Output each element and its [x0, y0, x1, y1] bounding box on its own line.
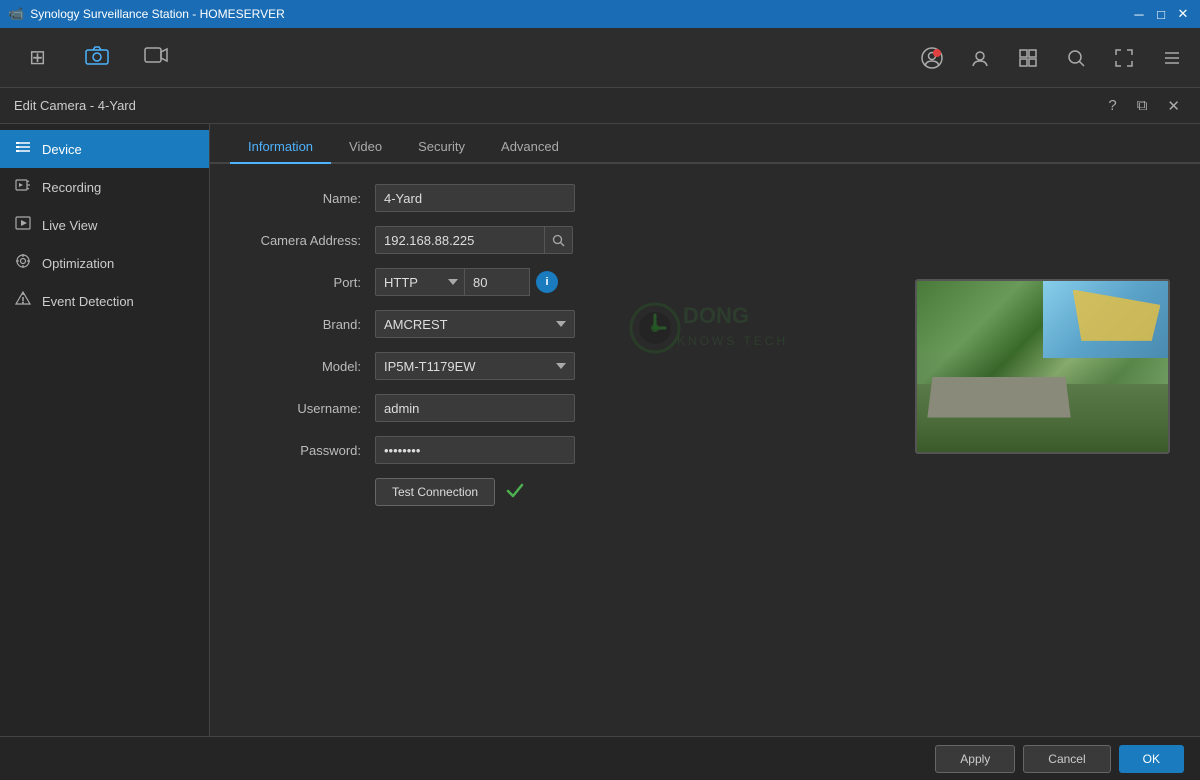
toolbar-recording-button[interactable]: [128, 33, 183, 83]
ok-button[interactable]: OK: [1119, 745, 1184, 773]
content-wrapper: Information Video Security Advanced Name…: [210, 124, 1200, 526]
bottom-bar: Apply Cancel OK: [0, 736, 1200, 780]
minimize-button[interactable]: ─: [1130, 5, 1148, 23]
username-label: Username:: [240, 401, 375, 416]
port-info-button[interactable]: i: [536, 271, 558, 293]
title-bar-controls: ─ □ ✕: [1130, 5, 1192, 23]
grid-button[interactable]: [1010, 40, 1046, 76]
camera-preview: [915, 279, 1170, 454]
cancel-button[interactable]: Cancel: [1023, 745, 1110, 773]
optimization-icon: [14, 253, 32, 273]
sidebar-item-recording[interactable]: Recording: [0, 168, 209, 206]
address-label: Camera Address:: [240, 233, 375, 248]
liveview-icon: [14, 216, 32, 234]
tab-video[interactable]: Video: [331, 131, 400, 164]
overview-icon: ⊞: [29, 45, 46, 70]
test-connection-button[interactable]: Test Connection: [375, 478, 495, 506]
menu-button[interactable]: [1154, 40, 1190, 76]
sidebar-item-liveview[interactable]: Live View: [0, 206, 209, 244]
event-detection-icon: [14, 291, 32, 311]
close-dialog-button[interactable]: ✕: [1161, 95, 1186, 117]
tab-bar: Information Video Security Advanced: [210, 124, 1200, 164]
sidebar-item-device-label: Device: [42, 142, 82, 157]
maximize-button[interactable]: □: [1152, 5, 1170, 23]
sidebar-item-recording-label: Recording: [42, 180, 101, 195]
port-label: Port:: [240, 275, 375, 290]
title-bar-left: 📹 Synology Surveillance Station - HOMESE…: [8, 6, 285, 22]
sidebar-item-device[interactable]: Device: [0, 130, 209, 168]
account-button[interactable]: [914, 40, 950, 76]
brand-select[interactable]: AMCREST: [375, 310, 575, 338]
expand-button[interactable]: ⧉: [1131, 95, 1154, 117]
sidebar-item-event-detection-label: Event Detection: [42, 294, 134, 309]
port-number-input[interactable]: [465, 268, 530, 296]
username-input[interactable]: [375, 394, 575, 422]
sub-header-title: Edit Camera - 4-Yard: [14, 98, 136, 113]
sidebar: Device Recording Live View: [0, 124, 210, 736]
form-row-address: Camera Address:: [240, 226, 1170, 254]
tab-security[interactable]: Security: [400, 131, 483, 164]
recording-sidebar-icon: [14, 177, 32, 197]
toolbar: ⊞: [0, 28, 1200, 88]
camera-preview-area: [915, 279, 1170, 454]
model-label: Model:: [240, 359, 375, 374]
search-button[interactable]: [1058, 40, 1094, 76]
user-button[interactable]: [962, 40, 998, 76]
sidebar-item-event-detection[interactable]: Event Detection: [0, 282, 209, 320]
sidebar-item-optimization[interactable]: Optimization: [0, 244, 209, 282]
camera-address-input[interactable]: [375, 226, 545, 254]
help-button[interactable]: ?: [1102, 95, 1122, 117]
tab-advanced[interactable]: Advanced: [483, 131, 577, 164]
port-protocol-select[interactable]: HTTP HTTPS RTSP: [375, 268, 465, 296]
password-label: Password:: [240, 443, 375, 458]
toolbar-left: ⊞: [10, 33, 183, 83]
device-icon: [14, 140, 32, 158]
password-input[interactable]: [375, 436, 575, 464]
camera-icon: [85, 45, 109, 71]
content-area: Information Video Security Advanced Name…: [210, 124, 1200, 736]
brand-label: Brand:: [240, 317, 375, 332]
sub-header-actions: ? ⧉ ✕: [1102, 95, 1186, 117]
main-layout: Device Recording Live View: [0, 124, 1200, 736]
model-select[interactable]: IP5M-T1179EW: [375, 352, 575, 380]
sidebar-item-liveview-label: Live View: [42, 218, 97, 233]
sub-header: Edit Camera - 4-Yard ? ⧉ ✕: [0, 88, 1200, 124]
sidebar-item-optimization-label: Optimization: [42, 256, 114, 271]
close-button[interactable]: ✕: [1174, 5, 1192, 23]
title-bar-text: Synology Surveillance Station - HOMESERV…: [30, 7, 285, 21]
app-icon: 📹: [8, 6, 24, 22]
connection-success-icon: [505, 480, 525, 505]
tab-information[interactable]: Information: [230, 131, 331, 164]
camera-feed: [917, 281, 1168, 452]
camera-patio: [927, 377, 1070, 417]
form-row-name: Name:: [240, 184, 1170, 212]
recording-icon: [144, 45, 168, 71]
name-label: Name:: [240, 191, 375, 206]
title-bar: 📹 Synology Surveillance Station - HOMESE…: [0, 0, 1200, 28]
toolbar-camera-button[interactable]: [69, 33, 124, 83]
toolbar-overview-button[interactable]: ⊞: [10, 33, 65, 83]
toolbar-right: [914, 40, 1190, 76]
name-input[interactable]: [375, 184, 575, 212]
fullscreen-button[interactable]: [1106, 40, 1142, 76]
apply-button[interactable]: Apply: [935, 745, 1015, 773]
address-search-button[interactable]: [545, 226, 573, 254]
